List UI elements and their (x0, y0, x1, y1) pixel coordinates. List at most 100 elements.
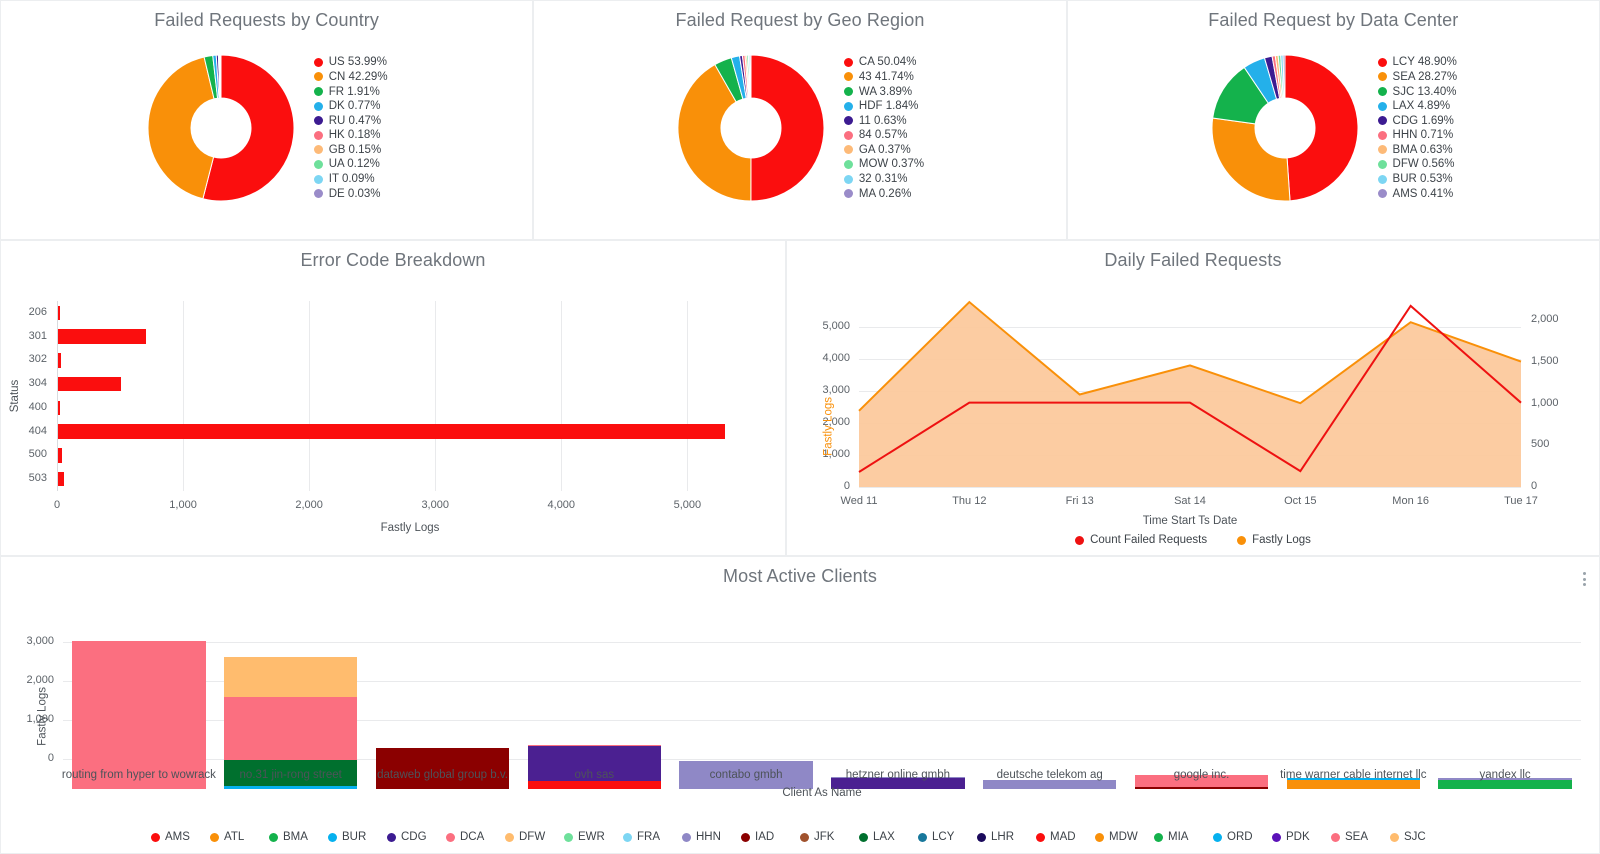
bar-segment-DFW[interactable] (223, 656, 358, 697)
donut-chart-data-center[interactable] (1210, 53, 1360, 203)
legend-item-84[interactable]: 84 0.57% (843, 129, 924, 141)
bar-status-301[interactable] (58, 329, 147, 344)
legend-color-dot-icon (1377, 130, 1387, 140)
legend-item-DFW[interactable]: DFW (505, 831, 564, 843)
bar-segment-IAD[interactable] (1134, 786, 1269, 789)
panel-menu-kebab-icon[interactable] (1583, 572, 1586, 586)
legend-item-AMS[interactable]: AMS (151, 831, 210, 843)
legend-label: BMA 0.63% (1392, 143, 1453, 156)
legend-item-HDF[interactable]: HDF 1.84% (843, 100, 924, 112)
x-axis-title: Client As Name (782, 787, 862, 799)
donut-chart-country[interactable] (146, 53, 296, 203)
legend-item-HHN[interactable]: HHN 0.71% (1377, 129, 1458, 142)
legend-item-SEA[interactable]: SEA (1331, 831, 1390, 843)
legend-item-SJC[interactable]: SJC (1390, 831, 1449, 843)
legend-item-DCA[interactable]: DCA (446, 831, 505, 843)
legend-item-BUR[interactable]: BUR (328, 831, 387, 843)
legend-label: AMS (165, 831, 190, 843)
donut-chart-geo-region[interactable] (676, 53, 826, 203)
bar-segment-DCA[interactable] (72, 641, 206, 789)
panel-most-active-clients: Most Active Clients 0 1,000 2,000 3,000 rout… (0, 556, 1600, 854)
donut-slice-SEA[interactable] (1211, 117, 1291, 202)
bar-segment-BUR[interactable] (223, 785, 358, 789)
stacked-bar-column[interactable] (982, 779, 1117, 789)
legend-item-EWR[interactable]: EWR (564, 831, 623, 843)
legend-item-PDK[interactable]: PDK (1272, 831, 1331, 843)
legend-item-DFW[interactable]: DFW 0.56% (1377, 158, 1458, 170)
bar-status-206[interactable] (58, 305, 60, 321)
legend-item-BMA[interactable]: BMA 0.63% (1377, 143, 1458, 156)
legend-item-ORD[interactable]: ORD (1213, 831, 1272, 843)
legend-item-IAD[interactable]: IAD (741, 831, 800, 843)
daily-failed-requests-plot[interactable]: 0 1,000 2,000 3,000 4,000 5,000 0 500 1,000 1,500… (787, 271, 1599, 534)
legend-item-HHN[interactable]: HHN (682, 831, 741, 843)
legend-item-BMA[interactable]: BMA (269, 831, 328, 843)
legend-item-count-failed-requests[interactable]: Count Failed Requests (1075, 534, 1207, 546)
legend-item-HK[interactable]: HK 0.18% (313, 129, 388, 141)
legend-color-dot-icon (1377, 159, 1387, 169)
bar-status-404[interactable] (58, 424, 725, 439)
legend-item-ATL[interactable]: ATL (210, 831, 269, 843)
x-tick-label: Wed 11 (840, 495, 878, 507)
bar-status-302[interactable] (58, 353, 62, 368)
most-active-clients-plot[interactable]: 0 1,000 2,000 3,000 routing from hyper to wo… (1, 587, 1599, 827)
legend-item-MOW[interactable]: MOW 0.37% (843, 158, 924, 170)
panel-error-code-breakdown: Error Code Breakdown 206 301 302 304 400 404 5… (0, 240, 786, 556)
bar-segment-DCA[interactable] (223, 696, 358, 761)
legend-item-CDG[interactable]: CDG (387, 831, 446, 843)
legend-item-fastly-logs[interactable]: Fastly Logs (1237, 534, 1311, 546)
legend-item-MIA[interactable]: MIA (1154, 831, 1213, 843)
legend-item-WA[interactable]: WA 3.89% (843, 86, 924, 98)
legend-item-CN[interactable]: CN 42.29% (313, 71, 388, 83)
x-tick-label: ovh sas (574, 769, 615, 781)
legend-label: HHN 0.71% (1392, 129, 1454, 142)
donut-slice-MA[interactable] (749, 54, 752, 99)
donut-slice-LCY[interactable] (1284, 54, 1358, 202)
legend-item-UA[interactable]: UA 0.12% (313, 158, 388, 170)
legend-label: BUR (342, 831, 367, 843)
legend-item-32[interactable]: 32 0.31% (843, 173, 924, 185)
bar-status-500[interactable] (58, 448, 63, 463)
stacked-bar-column[interactable] (72, 641, 206, 789)
panel-title: Daily Failed Requests (1104, 250, 1282, 270)
bar-segment-HHN[interactable] (982, 779, 1117, 789)
bar-segment-MIA[interactable] (1438, 780, 1572, 789)
legend-item-DE[interactable]: DE 0.03% (313, 188, 388, 200)
bar-segment-MDW[interactable] (1286, 780, 1421, 789)
legend-item-11[interactable]: 11 0.63% (843, 115, 924, 127)
bar-segment-MAD[interactable] (527, 780, 662, 789)
legend-item-US[interactable]: US 53.99% (313, 56, 388, 68)
legend-item-JFK[interactable]: JFK (800, 831, 859, 843)
legend-item-MDW[interactable]: MDW (1095, 831, 1154, 843)
legend-item-FR[interactable]: FR 1.91% (313, 86, 388, 98)
legend-label: LHR (991, 831, 1015, 843)
legend-item-LCY[interactable]: LCY (918, 831, 977, 843)
legend-item-MA[interactable]: MA 0.26% (843, 188, 924, 200)
error-code-plot[interactable]: 206 301 302 304 400 404 500 503 0 1,000 2,000 3,000… (1, 271, 785, 555)
bar-status-304[interactable] (58, 376, 122, 392)
legend-item-LAX[interactable]: LAX 4.89% (1377, 100, 1458, 112)
legend-item-FRA[interactable]: FRA (623, 831, 682, 843)
legend-item-IT[interactable]: IT 0.09% (313, 173, 388, 185)
legend-item-LAX[interactable]: LAX (859, 831, 918, 843)
legend-item-SJC[interactable]: SJC 13.40% (1377, 86, 1458, 98)
legend-item-GA[interactable]: GA 0.37% (843, 144, 924, 156)
legend-item-MAD[interactable]: MAD (1036, 831, 1095, 843)
donut-slice-CA[interactable] (750, 54, 825, 202)
legend-item-DK[interactable]: DK 0.77% (313, 100, 388, 112)
legend-item-CA[interactable]: CA 50.04% (843, 56, 924, 68)
legend-item-AMS[interactable]: AMS 0.41% (1377, 188, 1458, 200)
legend-item-43[interactable]: 43 41.74% (843, 71, 924, 83)
stacked-bar-column[interactable] (527, 744, 662, 789)
legend-item-RU[interactable]: RU 0.47% (313, 115, 388, 127)
legend-item-LCY[interactable]: LCY 48.90% (1377, 56, 1458, 68)
donut-slice-CN[interactable] (147, 56, 215, 200)
legend-item-LHR[interactable]: LHR (977, 831, 1036, 843)
legend-item-BUR[interactable]: BUR 0.53% (1377, 173, 1458, 185)
legend-item-GB[interactable]: GB 0.15% (313, 144, 388, 156)
bar-status-503[interactable] (58, 471, 65, 487)
legend-item-CDG[interactable]: CDG 1.69% (1377, 115, 1458, 127)
panel-title: Most Active Clients (723, 566, 877, 586)
bar-status-400[interactable] (58, 400, 60, 416)
legend-item-SEA[interactable]: SEA 28.27% (1377, 71, 1457, 83)
